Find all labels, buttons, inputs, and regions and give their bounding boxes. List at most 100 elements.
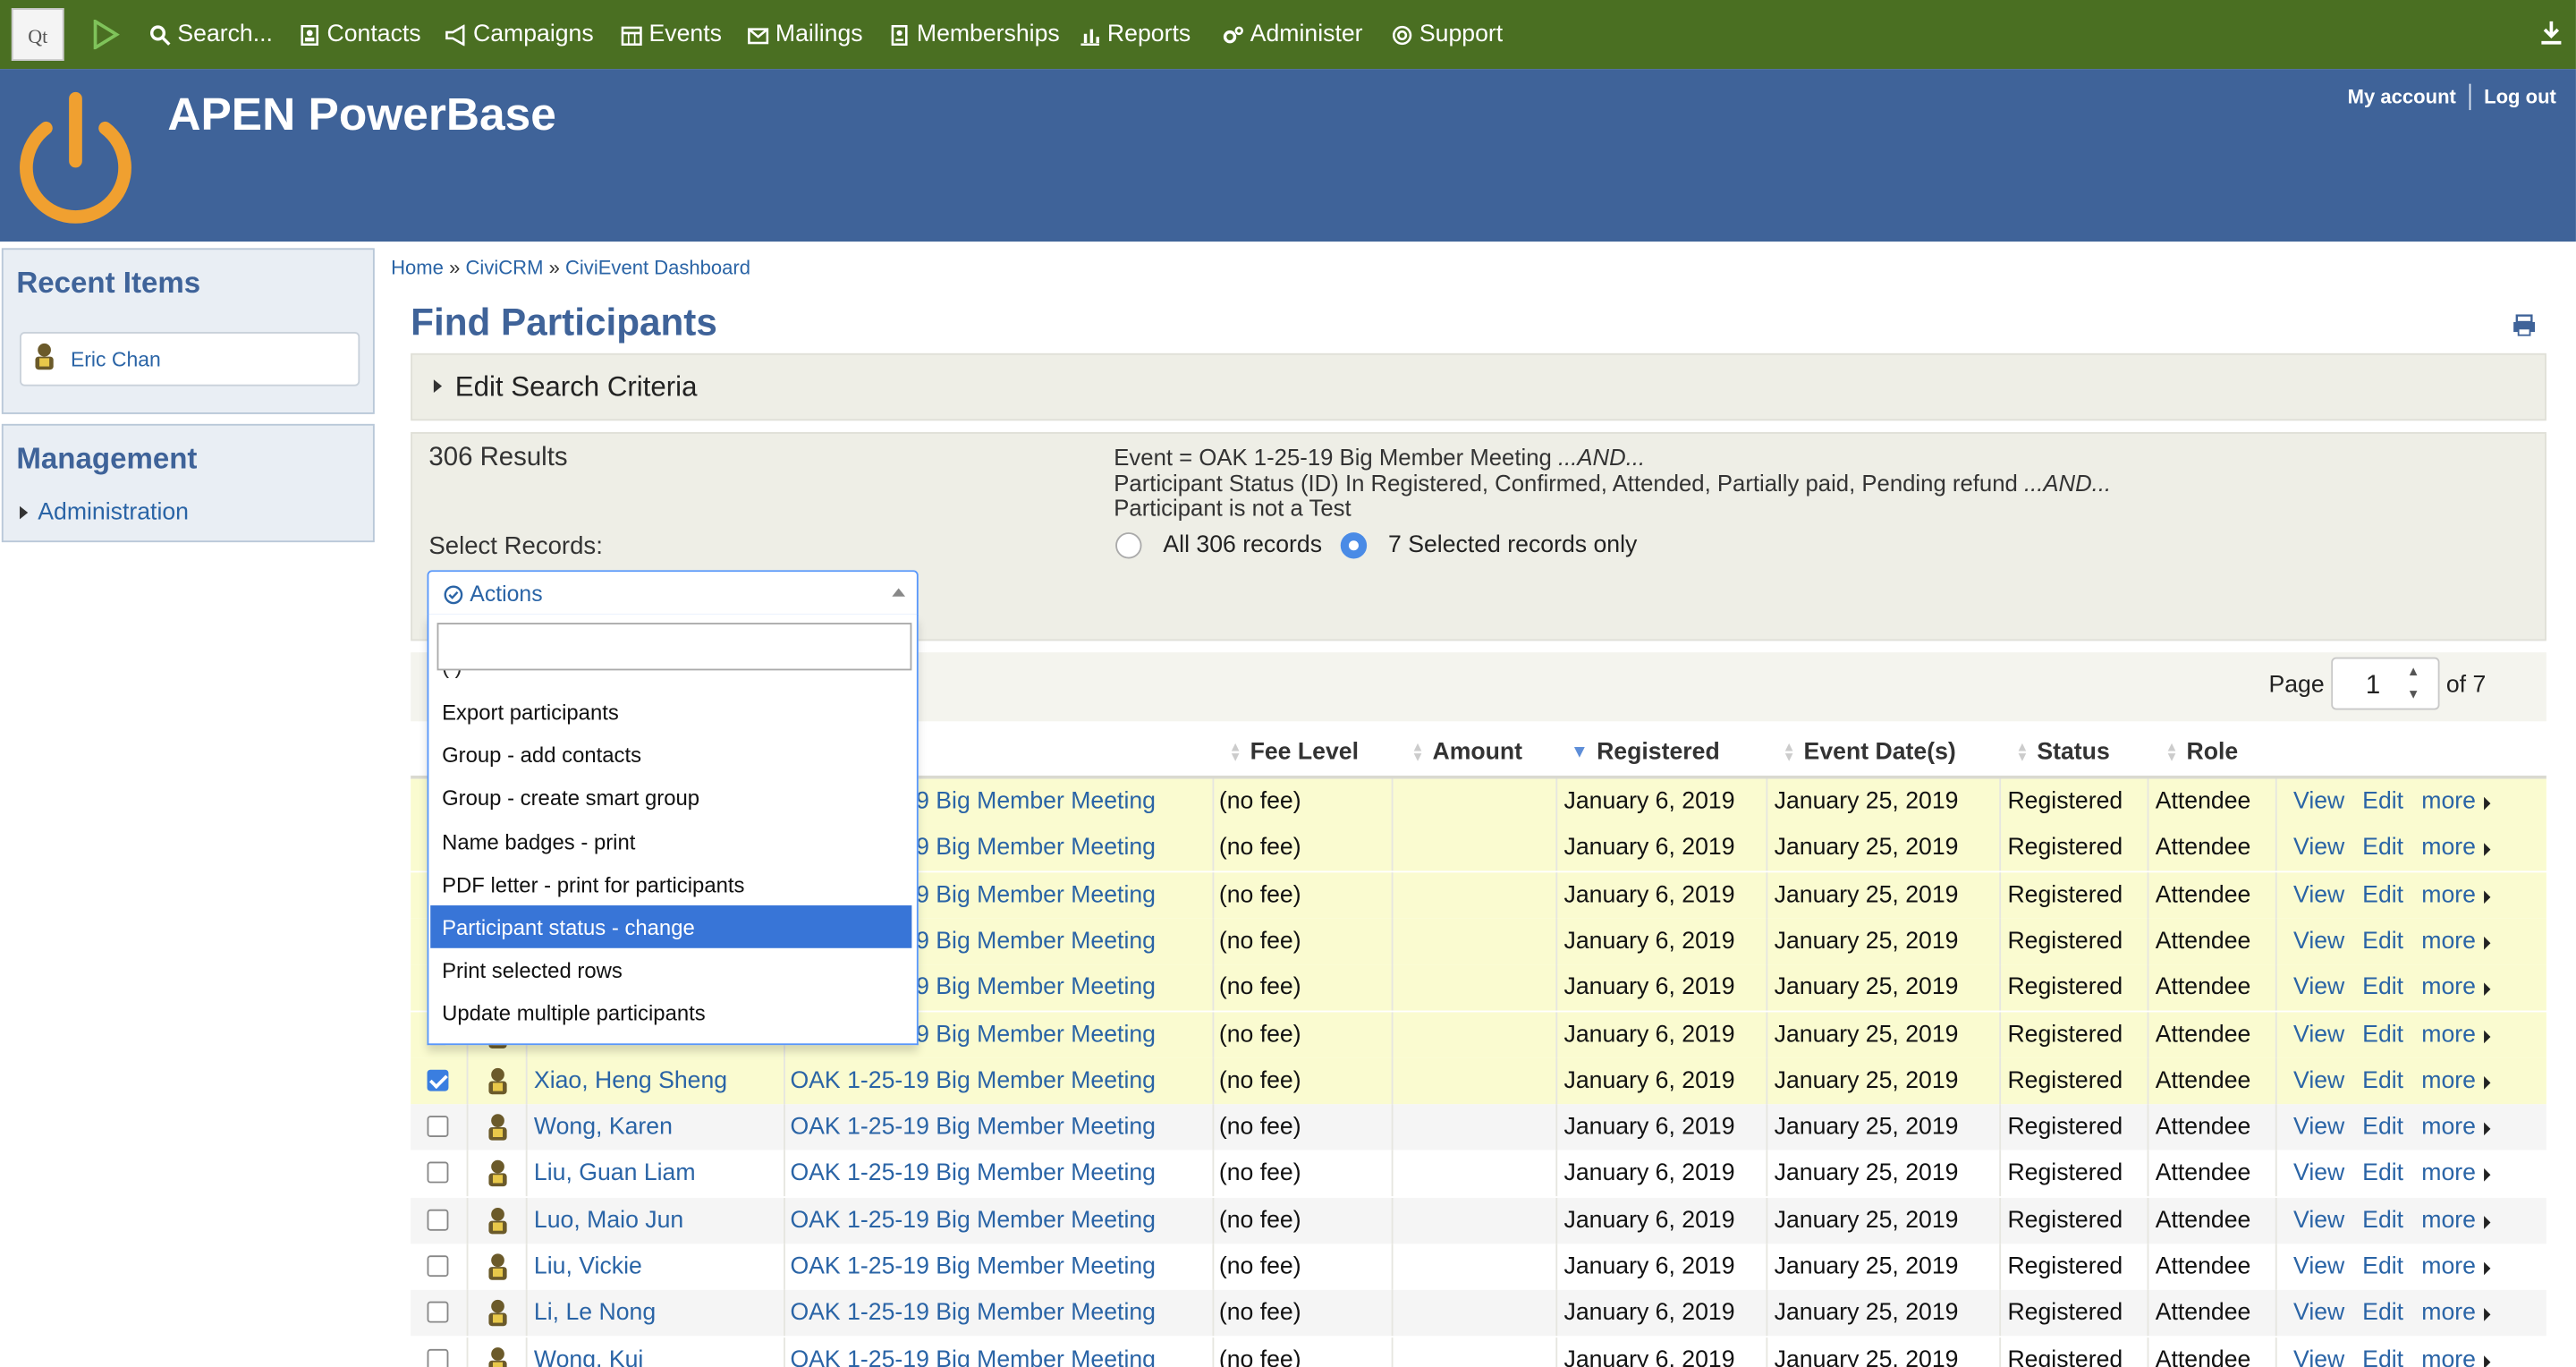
recent-item-link[interactable]: Eric Chan (71, 348, 161, 371)
edit-link[interactable]: Edit (2362, 975, 2403, 1001)
more-actions-link[interactable]: more (2421, 1114, 2476, 1140)
more-actions-link[interactable]: more (2421, 1300, 2476, 1326)
edit-link[interactable]: Edit (2362, 1160, 2403, 1186)
action-option[interactable]: Update multiple participants (430, 991, 911, 1034)
view-link[interactable]: View (2293, 1160, 2344, 1186)
view-link[interactable]: View (2293, 1114, 2344, 1140)
participant-name-link[interactable]: Liu, Guan Liam (534, 1160, 696, 1186)
event-title-link[interactable]: OAK 1-25-19 Big Member Meeting (790, 1114, 1156, 1140)
participant-name-link[interactable]: Wong, Karen (534, 1114, 673, 1140)
more-actions-link[interactable]: more (2421, 1346, 2476, 1367)
view-link[interactable]: View (2293, 1067, 2344, 1093)
power-logo[interactable] (10, 89, 141, 230)
edit-link[interactable]: Edit (2362, 836, 2403, 862)
event-title-link[interactable]: OAK 1-25-19 Big Member Meeting (790, 1160, 1156, 1186)
event-title-link[interactable]: OAK 1-25-19 Big Member Meeting (790, 1300, 1156, 1326)
view-link[interactable]: View (2293, 1207, 2344, 1233)
action-option[interactable]: PDF letter - print for participants (430, 862, 911, 905)
row-checkbox[interactable] (427, 1162, 449, 1184)
more-actions-link[interactable]: more (2421, 1022, 2476, 1048)
contact-type-icon[interactable] (487, 1252, 510, 1282)
contact-type-icon[interactable] (487, 1113, 510, 1142)
edit-link[interactable]: Edit (2362, 1253, 2403, 1279)
more-actions-link[interactable]: more (2421, 789, 2476, 815)
edit-link[interactable]: Edit (2362, 1207, 2403, 1233)
administration-link[interactable]: Administration (20, 499, 189, 526)
selected-records-label[interactable]: 7 Selected records only (1388, 532, 1637, 558)
menu-support[interactable]: Support (1392, 20, 1503, 49)
play-icon[interactable] (90, 20, 120, 50)
event-title-link[interactable]: OAK 1-25-19 Big Member Meeting (790, 1207, 1156, 1233)
contact-type-icon[interactable] (487, 1299, 510, 1329)
edit-link[interactable]: Edit (2362, 882, 2403, 908)
contact-type-icon[interactable] (487, 1159, 510, 1189)
col-fee-level[interactable]: ▲ ▼ Fee Level (1229, 740, 1359, 766)
menu-campaigns[interactable]: Campaigns (445, 20, 594, 49)
col-role[interactable]: ▲ ▼ Role (2165, 740, 2238, 766)
view-link[interactable]: View (2293, 836, 2344, 862)
view-link[interactable]: View (2293, 975, 2344, 1001)
breadcrumb-civicrm[interactable]: CiviCRM (466, 257, 544, 280)
row-checkbox[interactable] (427, 1255, 449, 1278)
row-checkbox[interactable] (427, 1348, 449, 1367)
more-actions-link[interactable]: more (2421, 882, 2476, 908)
event-title-link[interactable]: OAK 1-25-19 Big Member Meeting (790, 1253, 1156, 1279)
my-account-link[interactable]: My account (2348, 86, 2456, 111)
col-amount[interactable]: ▲ ▼ Amount (1411, 740, 1522, 766)
download-icon[interactable] (2540, 20, 2563, 46)
action-option[interactable]: Group - add contacts (430, 734, 911, 777)
action-option[interactable]: Name badges - print (430, 819, 911, 862)
all-records-radio[interactable] (1115, 532, 1142, 559)
page-spinner[interactable]: ▲ ▼ (2399, 660, 2428, 706)
recent-item-card[interactable]: Eric Chan (20, 332, 360, 386)
site-name[interactable]: APEN PowerBase (167, 89, 555, 141)
view-link[interactable]: View (2293, 789, 2344, 815)
view-link[interactable]: View (2293, 1346, 2344, 1367)
row-checkbox[interactable] (427, 1069, 449, 1091)
view-link[interactable]: View (2293, 929, 2344, 955)
more-actions-link[interactable]: more (2421, 929, 2476, 955)
menu-search[interactable]: Search... (149, 20, 273, 49)
more-actions-link[interactable]: more (2421, 1067, 2476, 1093)
menu-memberships[interactable]: Memberships (889, 20, 1060, 49)
menu-events[interactable]: Events (621, 20, 722, 49)
edit-link[interactable]: Edit (2362, 1114, 2403, 1140)
edit-search-criteria-toggle[interactable]: Edit Search Criteria (411, 352, 2546, 421)
print-icon[interactable] (2512, 314, 2537, 337)
all-records-label[interactable]: All 306 records (1163, 532, 1322, 558)
participant-name-link[interactable]: Luo, Maio Jun (534, 1207, 683, 1233)
event-title-link[interactable]: OAK 1-25-19 Big Member Meeting (790, 1067, 1156, 1093)
contact-type-icon[interactable] (487, 1206, 510, 1235)
col-event-dates[interactable]: ▲ ▼ Event Date(s) (1783, 740, 1956, 766)
participant-name-link[interactable]: Liu, Vickie (534, 1253, 642, 1279)
actions-search-input[interactable] (436, 623, 912, 671)
action-option[interactable]: Group - create smart group (430, 777, 911, 819)
event-title-link[interactable]: OAK 1-25-19 Big Member Meeting (790, 1346, 1156, 1367)
more-actions-link[interactable]: more (2421, 1207, 2476, 1233)
menu-contacts[interactable]: Contacts (299, 20, 421, 49)
menu-administer[interactable]: Administer (1223, 20, 1363, 49)
edit-link[interactable]: Edit (2362, 929, 2403, 955)
menu-mailings[interactable]: Mailings (748, 20, 863, 49)
more-actions-link[interactable]: more (2421, 1253, 2476, 1279)
contact-type-icon[interactable] (487, 1066, 510, 1096)
action-option[interactable]: Export participants (430, 690, 911, 733)
more-actions-link[interactable]: more (2421, 1160, 2476, 1186)
view-link[interactable]: View (2293, 1253, 2344, 1279)
log-out-link[interactable]: Log out (2484, 86, 2556, 111)
col-status[interactable]: ▲ ▼ Status (2016, 740, 2110, 766)
edit-link[interactable]: Edit (2362, 1346, 2403, 1367)
edit-link[interactable]: Edit (2362, 1067, 2403, 1093)
action-option[interactable]: Print selected rows (430, 948, 911, 991)
participant-name-link[interactable]: Li, Le Nong (534, 1300, 656, 1326)
edit-link[interactable]: Edit (2362, 789, 2403, 815)
civicrm-logo-button[interactable]: Qt (11, 8, 64, 61)
row-checkbox[interactable] (427, 1209, 449, 1231)
view-link[interactable]: View (2293, 882, 2344, 908)
participant-name-link[interactable]: Xiao, Heng Sheng (534, 1067, 727, 1093)
edit-link[interactable]: Edit (2362, 1300, 2403, 1326)
participant-name-link[interactable]: Wong, Kui (534, 1346, 643, 1367)
selected-records-radio[interactable] (1340, 532, 1368, 559)
menu-reports[interactable]: Reports (1080, 20, 1191, 49)
row-checkbox[interactable] (427, 1302, 449, 1324)
